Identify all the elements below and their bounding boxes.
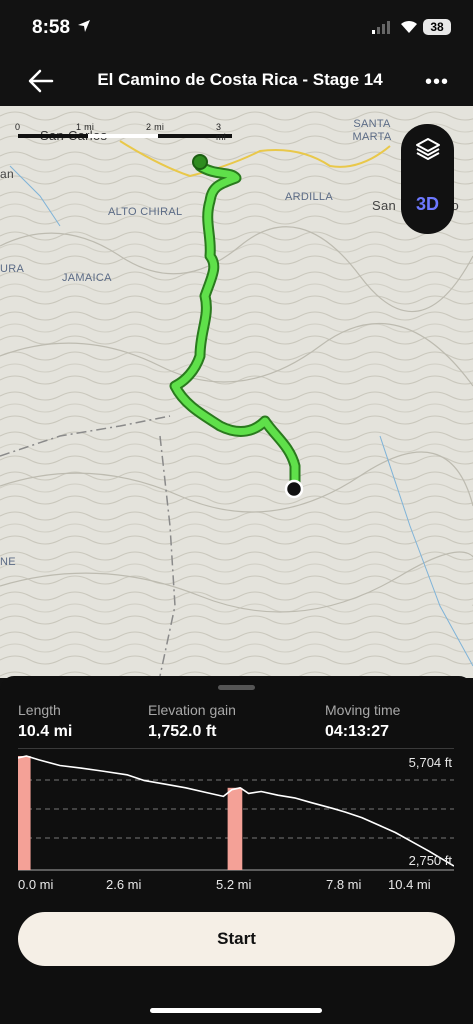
cellular-signal-icon	[372, 21, 390, 34]
elevation-gain-stat: Elevation gain 1,752.0 ft	[148, 702, 236, 741]
place-label: an	[0, 167, 14, 181]
place-label: SANTA MARTA	[352, 118, 392, 143]
x-tick-label: 0.0 mi	[18, 877, 54, 892]
wifi-icon	[401, 20, 417, 33]
stat-label: Length	[18, 702, 61, 718]
3d-toggle-button[interactable]: 3D	[401, 194, 454, 215]
stat-value: 10.4 mi	[18, 723, 73, 740]
place-label: URA	[0, 263, 25, 275]
sheet-grab-handle[interactable]	[218, 685, 255, 690]
stat-value: 04:13:27	[325, 723, 390, 740]
location-arrow-icon	[78, 20, 90, 32]
status-time: 8:58	[32, 17, 71, 38]
map-controls: 3D	[401, 124, 454, 234]
place-label: ALTO CHIRAL	[108, 206, 183, 218]
navigation-bar: El Camino de Costa Rica - Stage 14 •••	[0, 58, 473, 106]
y-min-label: 2,750 ft	[409, 853, 453, 868]
scale-label: 2 mi	[146, 122, 165, 132]
x-tick-label: 7.8 mi	[326, 877, 362, 892]
back-arrow-icon[interactable]	[26, 66, 56, 96]
battery-indicator: 38	[423, 19, 451, 35]
highlight-segment	[18, 756, 31, 870]
scale-label: 0	[15, 122, 21, 132]
length-stat: Length 10.4 mi	[18, 702, 72, 741]
scale-label: 1 mi	[76, 122, 95, 132]
elevation-profile-chart[interactable]: 5,704 ft 2,750 ft	[18, 750, 454, 872]
y-max-label: 5,704 ft	[409, 755, 453, 770]
x-tick-label: 5.2 mi	[216, 877, 252, 892]
scale-label: 3 mi	[216, 122, 227, 142]
start-button[interactable]: Start	[18, 912, 455, 966]
more-options-icon[interactable]: •••	[425, 72, 449, 92]
divider	[18, 748, 454, 749]
stat-label: Elevation gain	[148, 702, 236, 718]
status-bar: 8:58 38	[0, 0, 473, 58]
page-title: El Camino de Costa Rica - Stage 14	[97, 70, 383, 89]
x-tick-label: 2.6 mi	[106, 877, 142, 892]
moving-time-stat: Moving time 04:13:27	[325, 702, 400, 741]
place-label: NE	[0, 556, 16, 568]
highlight-segment	[227, 787, 243, 870]
map-scale-bar: 0 1 mi 2 mi 3 mi	[15, 122, 232, 142]
stat-label: Moving time	[325, 702, 401, 718]
x-tick-label: 10.4 mi	[388, 877, 431, 892]
layers-icon[interactable]	[415, 136, 441, 162]
place-label: JAMAICA	[62, 272, 112, 284]
place-label: ARDILLA	[285, 191, 333, 203]
home-indicator	[150, 1008, 322, 1013]
stat-value: 1,752.0 ft	[148, 723, 217, 740]
